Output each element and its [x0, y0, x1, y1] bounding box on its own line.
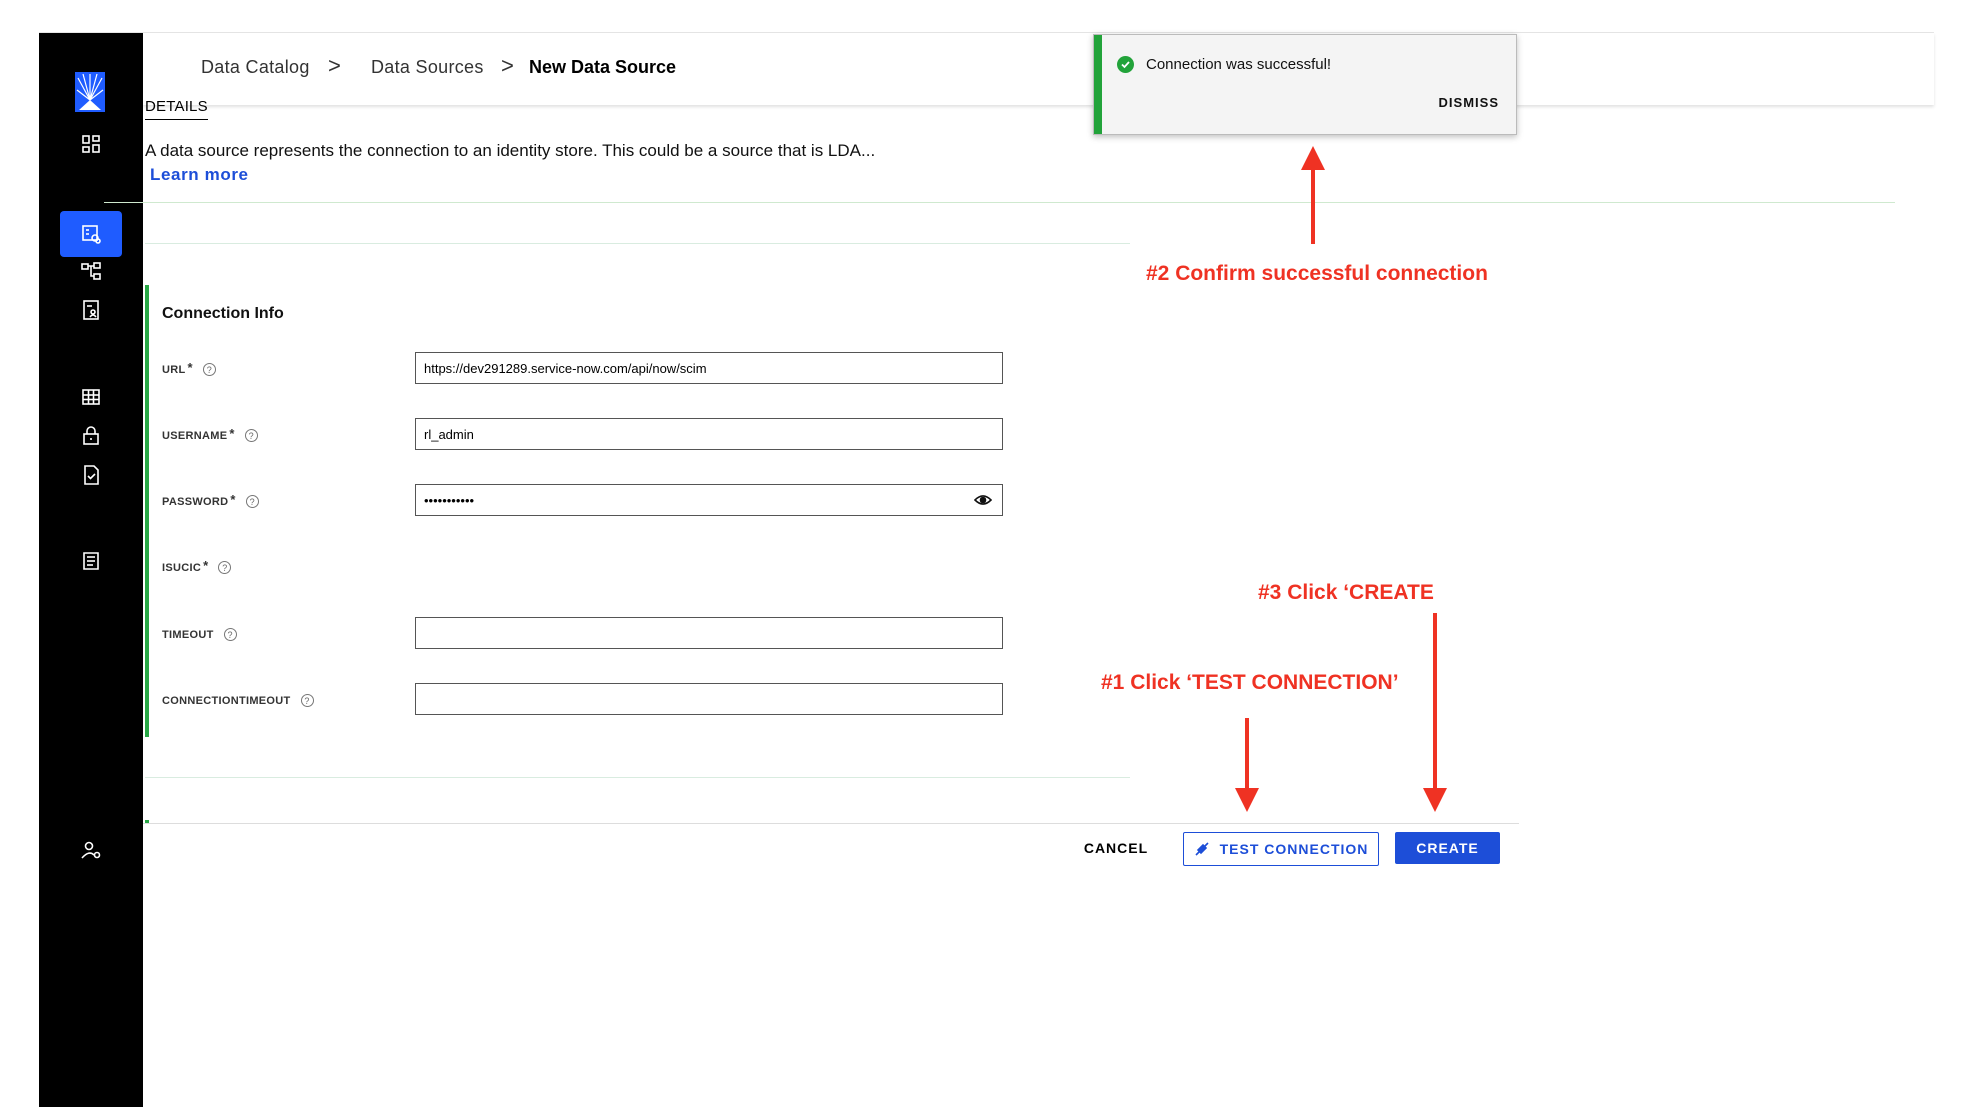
divider [145, 243, 1130, 244]
sidebar [39, 33, 143, 1107]
hierarchy-icon [81, 262, 101, 280]
learn-more-link[interactable]: Learn more [150, 165, 249, 185]
test-connection-button[interactable]: TEST CONNECTION [1183, 832, 1379, 866]
required-marker: * [230, 492, 236, 507]
brand-logo-icon[interactable] [75, 72, 105, 112]
annotation-step-2: #2 Confirm successful connection [1146, 262, 1488, 285]
check-circle-icon [1117, 56, 1134, 73]
create-button[interactable]: CREATE [1395, 832, 1500, 864]
timeout-field[interactable] [415, 617, 1003, 649]
divider [145, 777, 1130, 778]
dashboard-icon [82, 135, 100, 153]
certification-icon [84, 465, 99, 485]
annotation-step-3: #3 Click ‘CREATE [1258, 581, 1434, 604]
help-icon[interactable]: ? [245, 495, 259, 508]
required-marker: * [187, 360, 193, 375]
timeout-label: TIMEOUT ? [162, 628, 237, 641]
connectiontimeout-label-text: CONNECTIONTIMEOUT [162, 694, 291, 707]
annotation-step-1: #1 Click ‘TEST CONNECTION’ [1101, 671, 1399, 694]
breadcrumb-current: New Data Source [529, 57, 677, 77]
nav-certifications[interactable] [60, 452, 122, 498]
password-input[interactable] [424, 492, 994, 508]
username-input[interactable] [424, 426, 994, 442]
isucic-label-text: ISUCIC [162, 561, 202, 574]
lock-icon [83, 426, 99, 445]
data-source-description: A data source represents the connection … [145, 141, 876, 160]
tab-details[interactable]: DETAILS [145, 98, 208, 120]
url-label: URL * ? [162, 360, 216, 376]
password-label-text: PASSWORD [162, 495, 229, 508]
isucic-label: ISUCIC * ? [162, 558, 232, 574]
dismiss-button[interactable]: DISMISS [1439, 95, 1499, 110]
nav-reports[interactable] [60, 538, 122, 584]
username-field[interactable] [415, 418, 1003, 450]
plug-icon [1195, 842, 1209, 856]
url-input[interactable] [424, 360, 994, 376]
report-icon [83, 552, 99, 570]
username-label-text: USERNAME [162, 429, 228, 442]
data-catalog-icon [82, 225, 101, 244]
breadcrumb-separator: > [501, 53, 514, 78]
help-icon[interactable]: ? [202, 363, 216, 376]
help-icon[interactable]: ? [300, 694, 314, 707]
table-icon [82, 389, 100, 405]
breadcrumb-data-sources[interactable]: Data Sources [371, 57, 484, 78]
username-label: USERNAME * ? [162, 426, 258, 442]
cancel-button[interactable]: CANCEL [1084, 832, 1147, 864]
section-title-connection-info: Connection Info [162, 305, 284, 322]
timeout-input[interactable] [424, 625, 994, 641]
connectiontimeout-label: CONNECTIONTIMEOUT ? [162, 694, 314, 707]
test-connection-label: TEST CONNECTION [1219, 841, 1369, 857]
toast-message: Connection was successful! [1146, 56, 1332, 73]
connectiontimeout-input[interactable] [424, 691, 994, 707]
password-label: PASSWORD * ? [162, 492, 259, 508]
breadcrumb-data-catalog[interactable]: Data Catalog [201, 57, 310, 78]
help-icon[interactable]: ? [244, 429, 258, 442]
identity-icon [83, 300, 99, 320]
section-accent-bar [145, 285, 149, 737]
url-field[interactable] [415, 352, 1003, 384]
timeout-label-text: TIMEOUT [162, 628, 214, 641]
breadcrumb-separator: > [328, 53, 341, 78]
connectiontimeout-field[interactable] [415, 683, 1003, 715]
help-icon[interactable]: ? [218, 561, 232, 574]
required-marker: * [203, 558, 209, 573]
success-toast: Connection was successful! DISMISS [1093, 34, 1517, 135]
help-icon[interactable]: ? [223, 628, 237, 641]
nav-identities[interactable] [60, 287, 122, 333]
nav-dashboard[interactable] [60, 121, 122, 167]
user-settings-icon [81, 841, 101, 859]
toast-status-bar [1094, 35, 1102, 134]
required-marker: * [229, 426, 235, 441]
show-password-eye-icon[interactable] [974, 492, 992, 508]
url-label-text: URL [162, 363, 186, 376]
password-field[interactable] [415, 484, 1003, 516]
nav-user-settings[interactable] [60, 827, 122, 873]
top-header: Data Catalog > Data Sources > New Data S… [143, 33, 1934, 105]
divider [104, 202, 1895, 203]
